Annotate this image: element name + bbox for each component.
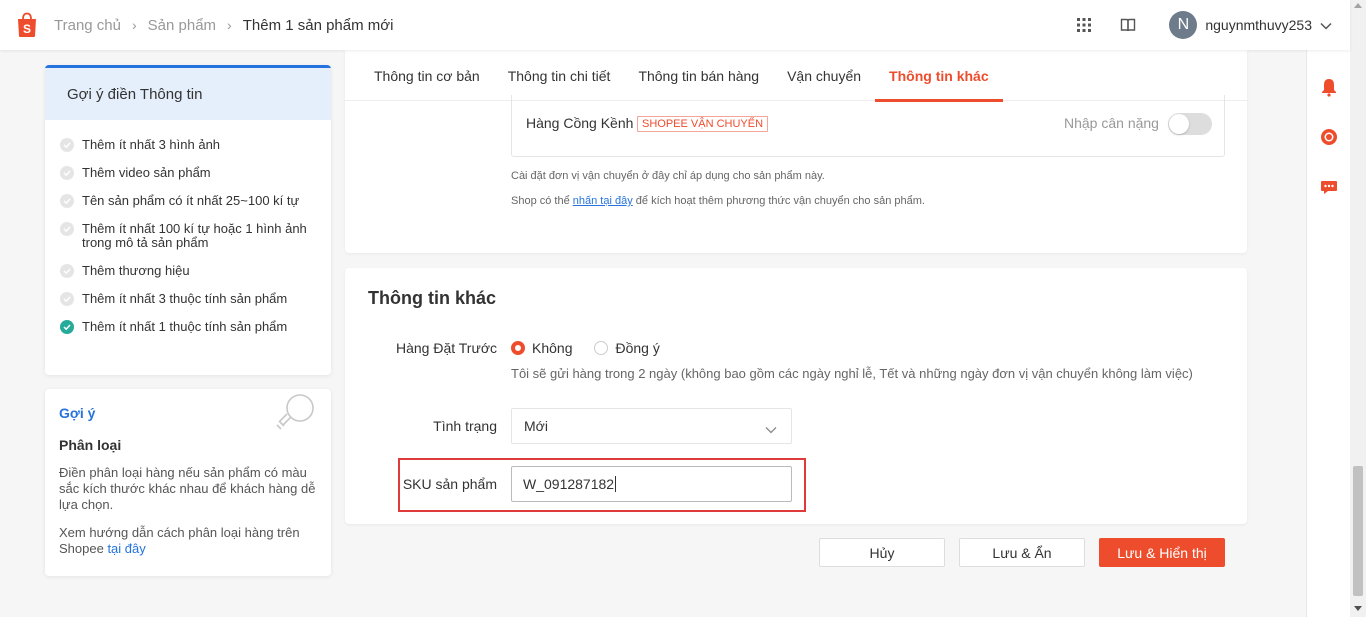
shipping-card: Thông tin cơ bản Thông tin chi tiết Thôn… xyxy=(345,50,1247,253)
suggestion-item: Thêm ít nhất 3 hình ảnh xyxy=(45,130,331,158)
condition-label: Tình trạng xyxy=(433,418,497,434)
headset-support-icon[interactable] xyxy=(1319,127,1339,147)
sku-value: W_091287182 xyxy=(523,476,615,492)
breadcrumb-home[interactable]: Trang chủ xyxy=(54,17,121,34)
shipping-method-row: Hàng Cồng Kềnh SHOPEE VẬN CHUYỂN Nhập câ… xyxy=(511,95,1225,157)
condition-value: Mới xyxy=(524,418,548,434)
shipping-toggle[interactable] xyxy=(1168,113,1212,135)
suggestion-item: Thêm ít nhất 100 kí tự hoặc 1 hình ảnh t… xyxy=(45,214,331,256)
sku-input[interactable]: W_091287182 xyxy=(511,466,792,502)
breadcrumb: Trang chủ › Sản phẩm › Thêm 1 sản phẩm m… xyxy=(54,17,393,34)
shipping-badge: SHOPEE VẬN CHUYỂN xyxy=(637,116,769,132)
chevron-right-icon: › xyxy=(227,17,232,33)
book-icon[interactable] xyxy=(1117,14,1139,36)
suggestion-list: Thêm ít nhất 3 hình ảnh Thêm video sản p… xyxy=(45,120,331,340)
scroll-up-arrow-icon[interactable] xyxy=(1354,3,1362,8)
condition-select[interactable]: Mới xyxy=(511,408,792,444)
tab-detail-info[interactable]: Thông tin chi tiết xyxy=(494,50,625,101)
tip-guide-link[interactable]: tại đây xyxy=(107,541,145,556)
right-side-rail xyxy=(1306,50,1350,617)
preorder-note: Tôi sẽ gửi hàng trong 2 ngày (không bao … xyxy=(511,366,1193,381)
suggestion-item: Thêm ít nhất 3 thuộc tính sản phẩm xyxy=(45,284,331,312)
other-info-card: Thông tin khác Hàng Đặt Trước Không Đồng… xyxy=(345,268,1247,524)
preorder-no-radio[interactable] xyxy=(511,341,525,355)
breadcrumb-current: Thêm 1 sản phẩm mới xyxy=(242,16,394,34)
toggle-knob xyxy=(1169,114,1189,134)
save-hide-button[interactable]: Lưu & Ẩn xyxy=(959,538,1085,567)
tip-card: Gợi ý Phân loại Điền phân loại hàng nếu … xyxy=(45,389,331,576)
suggestion-item: Tên sản phẩm có ít nhất 25~100 kí tự xyxy=(45,186,331,214)
shipping-note: Cài đặt đơn vị vận chuyển ở đây chỉ áp d… xyxy=(511,170,825,182)
chevron-right-icon: › xyxy=(131,17,137,33)
preorder-no-label[interactable]: Không xyxy=(532,340,572,356)
top-header: S Trang chủ › Sản phẩm › Thêm 1 sản phẩm… xyxy=(0,0,1350,50)
tip-subtitle: Phân loại xyxy=(59,437,122,453)
scroll-down-arrow-icon[interactable] xyxy=(1354,606,1362,611)
check-circle-done-icon xyxy=(60,320,74,334)
check-circle-icon xyxy=(60,194,74,208)
notification-bell-icon[interactable] xyxy=(1319,77,1339,97)
chevron-down-icon xyxy=(765,421,777,437)
shipping-note-activate: Shop có thể nhấn tại đây để kích hoạt th… xyxy=(511,195,925,207)
check-circle-icon xyxy=(60,292,74,306)
check-circle-icon xyxy=(60,138,74,152)
check-circle-icon xyxy=(60,264,74,278)
shopee-logo-icon[interactable]: S xyxy=(16,12,38,38)
preorder-yes-radio[interactable] xyxy=(594,341,609,355)
activate-shipping-link[interactable]: nhấn tại đây xyxy=(573,195,633,207)
shipping-method-name: Hàng Cồng Kềnh xyxy=(526,115,634,131)
tip-guide: Xem hướng dẫn cách phân loại hàng trên S… xyxy=(59,525,300,556)
breadcrumb-products[interactable]: Sản phẩm xyxy=(148,17,216,34)
text-caret xyxy=(615,476,617,492)
tab-basic-info[interactable]: Thông tin cơ bản xyxy=(360,50,494,101)
save-show-button[interactable]: Lưu & Hiển thị xyxy=(1099,538,1225,567)
tab-sales-info[interactable]: Thông tin bán hàng xyxy=(624,50,773,101)
username[interactable]: nguynmthuvy253 xyxy=(1205,17,1312,33)
page-scrollbar[interactable] xyxy=(1350,0,1366,617)
tab-shipping[interactable]: Vận chuyển xyxy=(773,50,875,101)
suggestion-item: Thêm ít nhất 1 thuộc tính sản phẩm xyxy=(45,312,331,340)
tip-text: Điền phân loại hàng nếu sản phẩm có màu … xyxy=(59,465,316,512)
suggestion-title: Gợi ý điền Thông tin xyxy=(45,65,331,120)
avatar[interactable]: N xyxy=(1169,11,1198,39)
suggestion-item: Thêm video sản phẩm xyxy=(45,158,331,186)
weight-placeholder: Nhập cân nặng xyxy=(1064,115,1159,131)
preorder-radio-group: Không Đồng ý xyxy=(511,340,682,356)
section-tabs: Thông tin cơ bản Thông tin chi tiết Thôn… xyxy=(345,50,1247,102)
chevron-down-icon[interactable] xyxy=(1320,17,1332,33)
cancel-button[interactable]: Hủy xyxy=(819,538,945,567)
preorder-label: Hàng Đặt Trước xyxy=(395,340,497,356)
suggestion-item: Thêm thương hiệu xyxy=(45,256,331,284)
preorder-yes-label[interactable]: Đồng ý xyxy=(615,340,659,356)
suggestion-card: Gợi ý điền Thông tin Thêm ít nhất 3 hình… xyxy=(45,65,331,375)
scroll-thumb[interactable] xyxy=(1353,466,1363,596)
sku-label: SKU sản phẩm xyxy=(402,476,497,492)
check-circle-icon xyxy=(60,166,74,180)
apps-grid-icon[interactable] xyxy=(1073,14,1095,36)
check-circle-icon xyxy=(60,222,74,236)
section-title: Thông tin khác xyxy=(368,288,496,308)
lightbulb-icon xyxy=(273,391,317,436)
chat-icon[interactable] xyxy=(1319,177,1339,197)
svg-text:S: S xyxy=(23,22,31,36)
tab-other-info[interactable]: Thông tin khác xyxy=(875,50,1003,102)
